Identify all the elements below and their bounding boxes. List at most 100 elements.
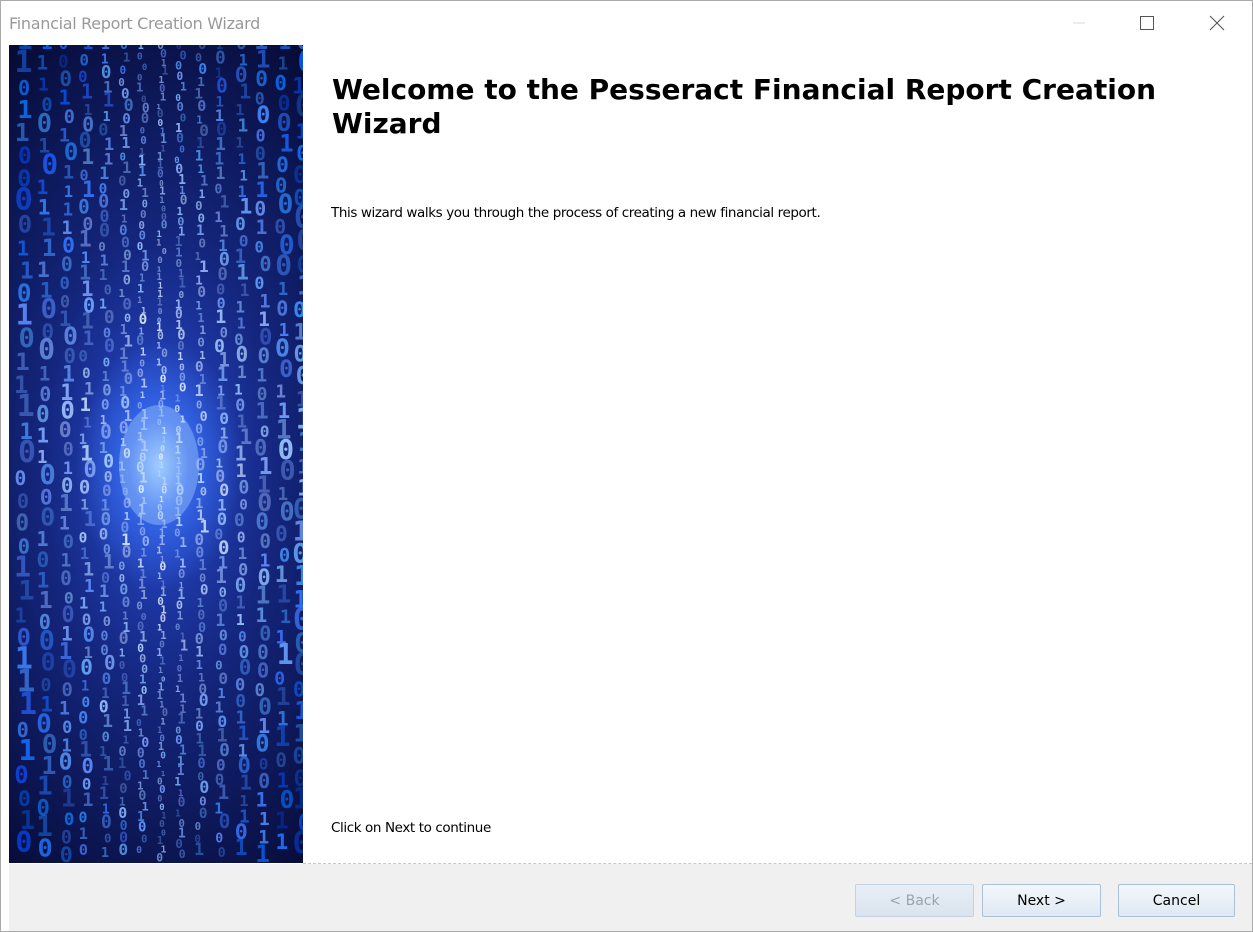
binary-digit: 0 xyxy=(101,812,112,833)
binary-digit: 1 xyxy=(141,185,149,200)
binary-digit: 0 xyxy=(14,761,28,789)
binary-digit: 1 xyxy=(175,394,181,405)
binary-digit: 0 xyxy=(179,379,187,394)
binary-digit: 0 xyxy=(141,833,147,845)
binary-digit: 0 xyxy=(99,525,109,544)
next-button[interactable]: Next > xyxy=(982,884,1101,917)
binary-digit: 0 xyxy=(276,297,288,321)
binary-digit: 0 xyxy=(254,273,264,293)
binary-digit: 1 xyxy=(14,45,32,80)
binary-digit: 1 xyxy=(235,297,245,316)
binary-digit: 1 xyxy=(119,196,128,214)
binary-digit: 0 xyxy=(293,826,303,861)
binary-digit: 0 xyxy=(102,669,112,688)
binary-digit: 1 xyxy=(177,609,184,623)
binary-digit: 1 xyxy=(219,192,229,212)
binary-digit: 0 xyxy=(103,614,111,630)
binary-digit: 0 xyxy=(162,246,167,256)
binary-digit: 1 xyxy=(277,638,294,671)
binary-digit: 1 xyxy=(83,507,96,531)
close-icon xyxy=(1209,15,1225,31)
back-button[interactable]: < Back xyxy=(855,884,974,917)
binary-digit: 1 xyxy=(239,770,252,794)
binary-digit: 0 xyxy=(280,456,296,487)
binary-digit: 1 xyxy=(99,783,109,803)
binary-digit: 1 xyxy=(276,829,289,854)
binary-digit: 1 xyxy=(255,839,270,863)
binary-digit: 0 xyxy=(257,658,269,682)
binary-digit: 0 xyxy=(275,249,292,282)
binary-digit: 0 xyxy=(41,647,56,676)
minimize-button[interactable] xyxy=(1056,1,1102,45)
binary-digit: 1 xyxy=(140,390,146,401)
binary-digit: 0 xyxy=(218,669,228,688)
binary-digit: 1 xyxy=(237,115,248,136)
maximize-icon xyxy=(1140,16,1154,30)
binary-digit: 0 xyxy=(179,847,186,861)
binary-digit: 1 xyxy=(121,134,130,152)
binary-digit: 0 xyxy=(102,381,111,399)
binary-digit: 0 xyxy=(80,654,93,679)
binary-digit: 1 xyxy=(103,89,115,112)
binary-digit: 1 xyxy=(79,824,88,843)
binary-digit: 0 xyxy=(161,347,168,360)
cancel-button[interactable]: Cancel xyxy=(1118,884,1235,917)
binary-digit: 0 xyxy=(255,729,269,757)
binary-digit: 0 xyxy=(15,826,32,859)
binary-digit: 0 xyxy=(78,708,88,728)
binary-digit: 0 xyxy=(258,344,271,368)
binary-digit: 0 xyxy=(293,161,303,189)
binary-digit: 0 xyxy=(103,354,111,369)
binary-digit: 1 xyxy=(37,52,49,75)
binary-digit: 1 xyxy=(140,346,147,359)
binary-digit: 0 xyxy=(279,355,293,383)
title-bar[interactable]: Financial Report Creation Wizard xyxy=(1,1,1252,45)
binary-digit: 1 xyxy=(137,281,144,295)
minimize-icon xyxy=(1073,22,1085,24)
binary-digit: 0 xyxy=(78,347,88,366)
wizard-window: Financial Report Creation Wizard 1101100… xyxy=(0,0,1253,932)
window-title: Financial Report Creation Wizard xyxy=(9,14,261,33)
binary-digit: 1 xyxy=(178,654,184,664)
wizard-footer: < Back Next > Cancel xyxy=(9,864,1252,931)
binary-digit: 0 xyxy=(275,522,288,546)
binary-digit: 1 xyxy=(236,611,245,629)
binary-digit: 0 xyxy=(62,717,72,737)
binary-digit: 0 xyxy=(178,566,186,581)
binary-digit: 0 xyxy=(142,63,147,73)
wizard-banner-image: 1101100001101011110000011101110100101110… xyxy=(9,45,303,863)
binary-digit: 1 xyxy=(64,183,73,201)
binary-digit: 1 xyxy=(256,366,267,387)
close-button[interactable] xyxy=(1194,1,1240,45)
binary-digit: 1 xyxy=(180,79,187,93)
binary-digit: 0 xyxy=(217,437,228,458)
binary-digit: 0 xyxy=(14,467,26,490)
binary-digit: 0 xyxy=(156,850,163,863)
binary-digit: 1 xyxy=(83,415,92,431)
welcome-heading: Welcome to the Pesseract Financial Repor… xyxy=(332,73,1157,140)
binary-digit: 1 xyxy=(19,687,37,722)
binary-digit: 1 xyxy=(82,790,93,811)
binary-digit: 1 xyxy=(235,136,243,152)
binary-digit: 0 xyxy=(219,810,231,833)
binary-digit: 1 xyxy=(276,580,291,609)
binary-digit: 0 xyxy=(118,840,128,859)
binary-digit: 1 xyxy=(180,639,188,655)
binary-digit: 0 xyxy=(259,252,271,276)
maximize-button[interactable] xyxy=(1124,1,1170,45)
binary-digit: 0 xyxy=(60,843,73,863)
binary-digit: 0 xyxy=(120,64,127,77)
binary-digit: 1 xyxy=(194,382,203,400)
binary-digit: 0 xyxy=(15,511,29,537)
binary-digit: 1 xyxy=(59,85,71,109)
binary-digit: 1 xyxy=(239,79,251,103)
binary-digit: 1 xyxy=(177,351,183,363)
binary-digit: 1 xyxy=(80,394,91,416)
continue-hint: Click on Next to continue xyxy=(331,820,491,836)
binary-digit: 0 xyxy=(79,476,90,498)
binary-digit: 1 xyxy=(255,216,267,239)
binary-digit: 0 xyxy=(234,510,245,531)
binary-digit: 1 xyxy=(237,151,246,168)
binary-code-art: 1101100001101011110000011101110100101110… xyxy=(14,45,303,863)
binary-digit: 1 xyxy=(37,423,50,447)
